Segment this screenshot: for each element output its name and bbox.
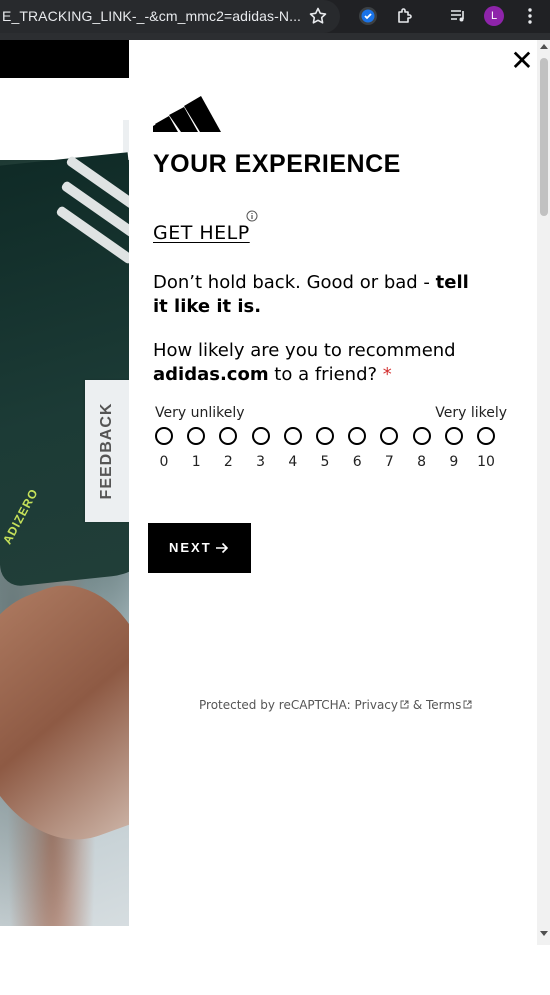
terms-link[interactable]: Terms (426, 698, 461, 712)
rating-label-4: 4 (288, 454, 298, 470)
header-bar (0, 40, 129, 78)
recaptcha-notice: Protected by reCAPTCHA: Privacy & Terms (199, 698, 472, 712)
rating-radio-1[interactable] (187, 427, 206, 445)
more-menu-icon[interactable] (520, 6, 540, 26)
external-link-icon (400, 700, 409, 709)
url-text[interactable]: E_TRACKING_LINK-_-&cm_mmc2=adidas-N... (2, 8, 301, 24)
shield-extension-icon[interactable] (358, 6, 378, 26)
rating-radio-0[interactable] (155, 427, 173, 445)
privacy-link[interactable]: Privacy (355, 698, 398, 712)
external-link-icon (463, 700, 472, 709)
recaptcha-amp: & (409, 698, 426, 712)
feedback-tab-label: FEEDBACK (98, 402, 115, 500)
media-queue-icon[interactable] (448, 6, 468, 26)
next-button[interactable]: NEXT (148, 523, 251, 573)
hero-image: ADIZERO (0, 152, 129, 926)
rating-label-8: 8 (417, 454, 427, 470)
question-tail: to a friend? (268, 364, 383, 385)
scroll-down-arrow-icon[interactable] (540, 931, 548, 936)
adidas-logo-icon (153, 96, 221, 132)
scroll-thumb[interactable] (540, 58, 548, 216)
feedback-tab[interactable]: FEEDBACK (85, 380, 129, 522)
question-brand: adidas.com (153, 364, 269, 385)
get-help-link[interactable]: GET HELP (153, 222, 250, 244)
rating-radio-6[interactable] (348, 427, 367, 445)
recommend-question: How likely are you to recommend adidas.c… (153, 339, 483, 387)
survey-title: YOUR EXPERIENCE (153, 150, 401, 178)
scale-high-label: Very likely (435, 405, 507, 421)
rating-label-2: 2 (223, 454, 233, 470)
rating-label-9: 9 (449, 454, 459, 470)
intro-text: Don’t hold back. Good or bad - tell it l… (153, 271, 483, 319)
intro-plain: Don’t hold back. Good or bad - (153, 272, 436, 293)
address-bar[interactable]: E_TRACKING_LINK-_-&cm_mmc2=adidas-N... (0, 0, 340, 33)
rating-label-5: 5 (320, 454, 330, 470)
rating-radio-4[interactable] (283, 427, 302, 445)
next-button-label: NEXT (169, 540, 212, 555)
rating-radio-3[interactable] (251, 427, 270, 445)
arm-shape (0, 565, 129, 865)
scroll-up-arrow-icon[interactable] (540, 44, 548, 49)
panel-scrollbar[interactable] (537, 40, 550, 945)
rating-label-1: 1 (191, 454, 201, 470)
survey-panel: ✕ YOUR EXPERIENCE GET HELP Don’t hold ba… (129, 40, 537, 995)
background-page: ADIZERO FEEDBACK (0, 40, 129, 995)
rating-radio-2[interactable] (219, 427, 238, 445)
rating-label-6: 6 (352, 454, 362, 470)
recaptcha-prefix: Protected by reCAPTCHA: (199, 698, 355, 712)
rating-label-7: 7 (384, 454, 394, 470)
rating-radio-5[interactable] (316, 427, 334, 445)
profile-avatar[interactable]: L (484, 6, 504, 26)
arrow-right-icon (216, 542, 229, 554)
required-mark: * (382, 364, 392, 385)
rating-label-3: 3 (256, 454, 266, 470)
bookmark-star-icon[interactable] (308, 6, 328, 26)
browser-toolbar: E_TRACKING_LINK-_-&cm_mmc2=adidas-N... L (0, 0, 550, 33)
rating-label-0: 0 (159, 454, 169, 470)
rating-radio-7[interactable] (380, 427, 399, 445)
rating-radio-9[interactable] (444, 427, 463, 445)
rating-radio-10[interactable] (477, 427, 495, 445)
close-button[interactable]: ✕ (509, 47, 535, 75)
question-plain: How likely are you to recommend (153, 340, 456, 361)
extensions-puzzle-icon[interactable] (395, 6, 415, 26)
scale-low-label: Very unlikely (155, 405, 245, 421)
info-icon[interactable] (246, 210, 258, 222)
rating-label-10: 10 (477, 454, 495, 470)
toolbar-divider (0, 33, 550, 40)
rating-radio-8[interactable] (412, 427, 431, 445)
